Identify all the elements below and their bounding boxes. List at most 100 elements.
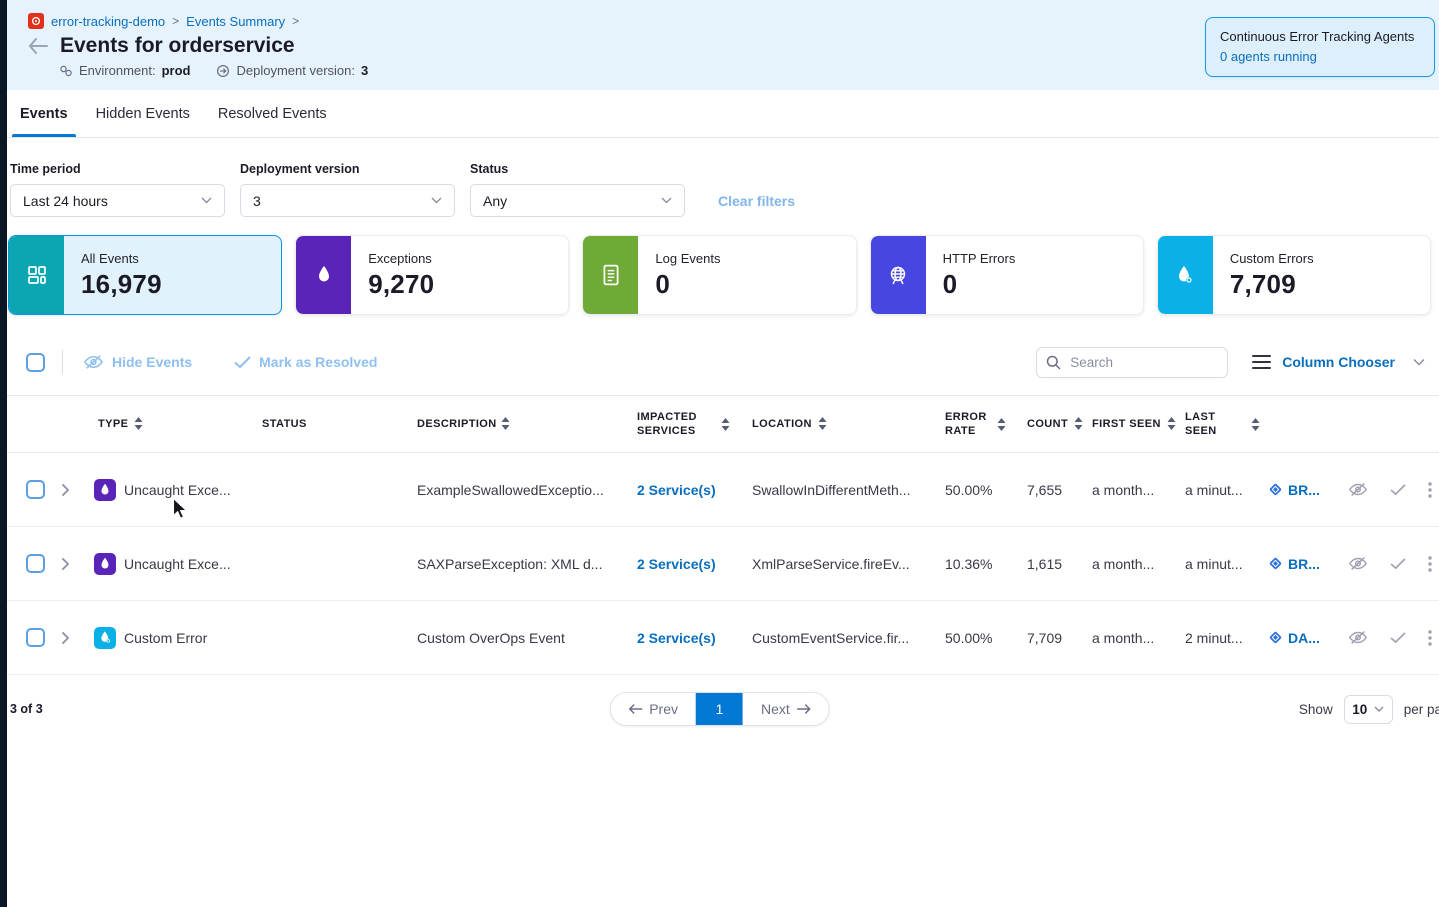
select-all-checkbox[interactable] <box>26 353 45 372</box>
sort-icon[interactable] <box>501 417 510 430</box>
hide-events-button[interactable]: Hide Events <box>83 354 192 370</box>
impacted-services-link[interactable]: 2 Service(s) <box>637 482 716 498</box>
show-label: Show <box>1299 702 1333 717</box>
agents-running-link[interactable]: 0 agents running <box>1220 49 1317 64</box>
row-checkbox[interactable] <box>26 554 45 573</box>
stat-card-value: 9,270 <box>368 269 434 300</box>
breadcrumb-section-link[interactable]: Events Summary <box>186 14 285 29</box>
row-menu-icon[interactable] <box>1428 556 1432 572</box>
error-rate: 50.00% <box>937 482 1019 498</box>
stat-card-http-errors[interactable]: HTTP Errors 0 <box>870 235 1144 315</box>
first-seen: a month... <box>1084 556 1177 572</box>
expand-row-chevron-icon[interactable] <box>56 558 90 570</box>
column-header-description[interactable]: DESCRIPTION <box>409 417 629 431</box>
deployment-version-icon <box>216 64 230 78</box>
ticket-tag[interactable]: DA... <box>1260 630 1340 646</box>
event-location: XmlParseService.fireEv... <box>744 556 937 572</box>
stat-card-label: Exceptions <box>368 251 434 266</box>
agents-status-card[interactable]: Continuous Error Tracking Agents 0 agent… <box>1205 17 1435 77</box>
agents-card-title: Continuous Error Tracking Agents <box>1220 27 1420 47</box>
resolve-event-icon[interactable] <box>1390 558 1406 570</box>
column-header-error-rate[interactable]: ERROR RATE <box>937 410 1019 439</box>
stat-card-label: Custom Errors <box>1230 251 1314 266</box>
column-header-first-seen[interactable]: FIRST SEEN <box>1084 417 1177 431</box>
page-header: error-tracking-demo > Events Summary > E… <box>0 0 1439 90</box>
column-chooser-button[interactable]: Column Chooser <box>1282 354 1395 370</box>
page-size-select[interactable]: 10 <box>1344 695 1393 724</box>
back-arrow-icon[interactable] <box>28 38 48 54</box>
next-page-button[interactable]: Next <box>743 693 829 725</box>
stat-card-all-events[interactable]: All Events 16,979 <box>8 235 282 315</box>
tab-resolved-events[interactable]: Resolved Events <box>216 90 329 137</box>
hide-event-icon[interactable] <box>1348 556 1368 571</box>
sort-icon[interactable] <box>818 417 827 430</box>
sort-icon[interactable] <box>721 418 730 431</box>
sort-icon[interactable] <box>1074 417 1083 430</box>
row-menu-icon[interactable] <box>1428 630 1432 646</box>
event-type: Custom Error <box>124 630 207 646</box>
error-tracking-module-icon <box>28 13 44 29</box>
impacted-services-link[interactable]: 2 Service(s) <box>637 630 716 646</box>
status-value: Any <box>483 193 507 209</box>
event-type: Uncaught Exce... <box>124 482 231 498</box>
log-document-icon <box>583 236 638 314</box>
table-row[interactable]: Custom Error Custom OverOps Event 2 Serv… <box>0 601 1439 675</box>
column-header-location[interactable]: LOCATION <box>744 417 937 431</box>
column-header-count[interactable]: COUNT <box>1019 417 1084 431</box>
resolve-event-icon[interactable] <box>1390 484 1406 496</box>
hide-event-icon[interactable] <box>1348 482 1368 497</box>
stat-card-value: 0 <box>943 269 1016 300</box>
column-header-impacted-services[interactable]: IMPACTED SERVICES <box>629 410 744 439</box>
clear-filters-button[interactable]: Clear filters <box>718 193 795 209</box>
expand-row-chevron-icon[interactable] <box>56 632 90 644</box>
status-select[interactable]: Any <box>470 184 685 217</box>
ticket-tag[interactable]: BR... <box>1260 556 1340 572</box>
row-menu-icon[interactable] <box>1428 482 1432 498</box>
last-seen: a minut... <box>1177 482 1260 498</box>
flame-gear-icon <box>1158 236 1213 314</box>
chevron-down-icon <box>1374 706 1384 712</box>
sort-icon[interactable] <box>1251 418 1260 431</box>
resolve-event-icon[interactable] <box>1390 632 1406 644</box>
ticket-diamond-icon <box>1268 482 1283 497</box>
stat-card-label: Log Events <box>655 251 720 266</box>
deployment-value: 3 <box>361 63 368 78</box>
impacted-services-link[interactable]: 2 Service(s) <box>637 556 716 572</box>
table-row[interactable]: Uncaught Exce... SAXParseException: XML … <box>0 527 1439 601</box>
environment-meta: Environment: prod <box>59 63 190 78</box>
column-list-icon[interactable] <box>1252 355 1271 370</box>
table-toolbar: Hide Events Mark as Resolved Column Choo… <box>0 344 1439 380</box>
mark-resolved-label: Mark as Resolved <box>259 354 377 370</box>
row-checkbox[interactable] <box>26 480 45 499</box>
time-period-select[interactable]: Last 24 hours <box>10 184 225 217</box>
prev-page-button[interactable]: Prev <box>610 693 696 725</box>
table-row[interactable]: Uncaught Exce... ExampleSwallowedExcepti… <box>0 453 1439 527</box>
mark-resolved-button[interactable]: Mark as Resolved <box>234 354 377 370</box>
chevron-down-icon[interactable] <box>1413 358 1425 366</box>
ticket-tag[interactable]: BR... <box>1260 482 1340 498</box>
collapsed-nav-strip[interactable] <box>0 0 7 907</box>
pagination-summary: 3 of 3 <box>10 702 43 716</box>
stat-card-value: 16,979 <box>81 269 162 300</box>
hide-event-icon[interactable] <box>1348 630 1368 645</box>
deployment-version-select[interactable]: 3 <box>240 184 455 217</box>
column-header-last-seen[interactable]: LAST SEEN <box>1177 410 1260 439</box>
breadcrumb-project-link[interactable]: error-tracking-demo <box>51 14 165 29</box>
stat-cards: All Events 16,979 Exceptions 9,270 Log E… <box>0 235 1439 315</box>
row-checkbox[interactable] <box>26 628 45 647</box>
sort-icon[interactable] <box>997 418 1006 431</box>
tab-hidden-events[interactable]: Hidden Events <box>94 90 192 137</box>
column-header-type[interactable]: TYPE <box>90 417 254 431</box>
sort-icon[interactable] <box>1167 417 1176 430</box>
expand-row-chevron-icon[interactable] <box>56 484 90 496</box>
search-input[interactable] <box>1036 347 1228 378</box>
stat-card-log-events[interactable]: Log Events 0 <box>582 235 856 315</box>
sort-icon[interactable] <box>134 417 143 430</box>
tab-events[interactable]: Events <box>18 90 70 137</box>
page-number-button[interactable]: 1 <box>696 693 743 725</box>
stat-card-exceptions[interactable]: Exceptions 9,270 <box>295 235 569 315</box>
deployment-meta: Deployment version: 3 <box>216 63 368 78</box>
chevron-down-icon <box>201 197 212 204</box>
stat-card-custom-errors[interactable]: Custom Errors 7,709 <box>1157 235 1431 315</box>
column-header-status[interactable]: STATUS <box>254 417 409 431</box>
